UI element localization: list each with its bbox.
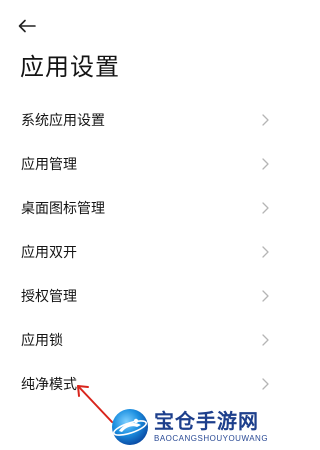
settings-item-dual-apps[interactable]: 应用双开 [0, 230, 288, 274]
settings-item-label: 应用锁 [21, 333, 63, 349]
settings-item-label: 应用双开 [21, 245, 77, 261]
chevron-right-icon [260, 289, 270, 303]
settings-item-system-app-settings[interactable]: 系统应用设置 [0, 98, 288, 142]
watermark-logo [112, 409, 148, 445]
settings-item-label: 应用管理 [21, 157, 77, 173]
chevron-right-icon [260, 245, 270, 259]
watermark-text: 宝仓手游网 BAOCANGSHOUYOUWANG [154, 409, 268, 445]
arrow-left-icon [18, 19, 36, 33]
settings-item-desktop-icon-management[interactable]: 桌面图标管理 [0, 186, 288, 230]
settings-item-label: 纯净模式 [21, 377, 77, 393]
page-title: 应用设置 [20, 53, 120, 81]
settings-item-app-management[interactable]: 应用管理 [0, 142, 288, 186]
chevron-right-icon [260, 333, 270, 347]
settings-item-app-lock[interactable]: 应用锁 [0, 318, 288, 362]
settings-item-label: 系统应用设置 [21, 113, 105, 129]
settings-item-permission-management[interactable]: 授权管理 [0, 274, 288, 318]
watermark: 宝仓手游网 BAOCANGSHOUYOUWANG [110, 404, 288, 450]
chevron-right-icon [260, 201, 270, 215]
chevron-right-icon [260, 113, 270, 127]
settings-list: 系统应用设置 应用管理 桌面图标管理 应用双开 授权管理 应用锁 纯净模式 [0, 98, 288, 406]
watermark-domain: BAOCANGSHOUYOUWANG [154, 434, 269, 443]
chevron-right-icon [260, 157, 270, 171]
chevron-right-icon [260, 377, 270, 391]
settings-item-pure-mode[interactable]: 纯净模式 [0, 362, 288, 406]
settings-item-label: 桌面图标管理 [21, 201, 105, 217]
back-button[interactable] [14, 13, 40, 39]
watermark-name: 宝仓手游网 [154, 409, 259, 433]
settings-item-label: 授权管理 [21, 289, 77, 305]
